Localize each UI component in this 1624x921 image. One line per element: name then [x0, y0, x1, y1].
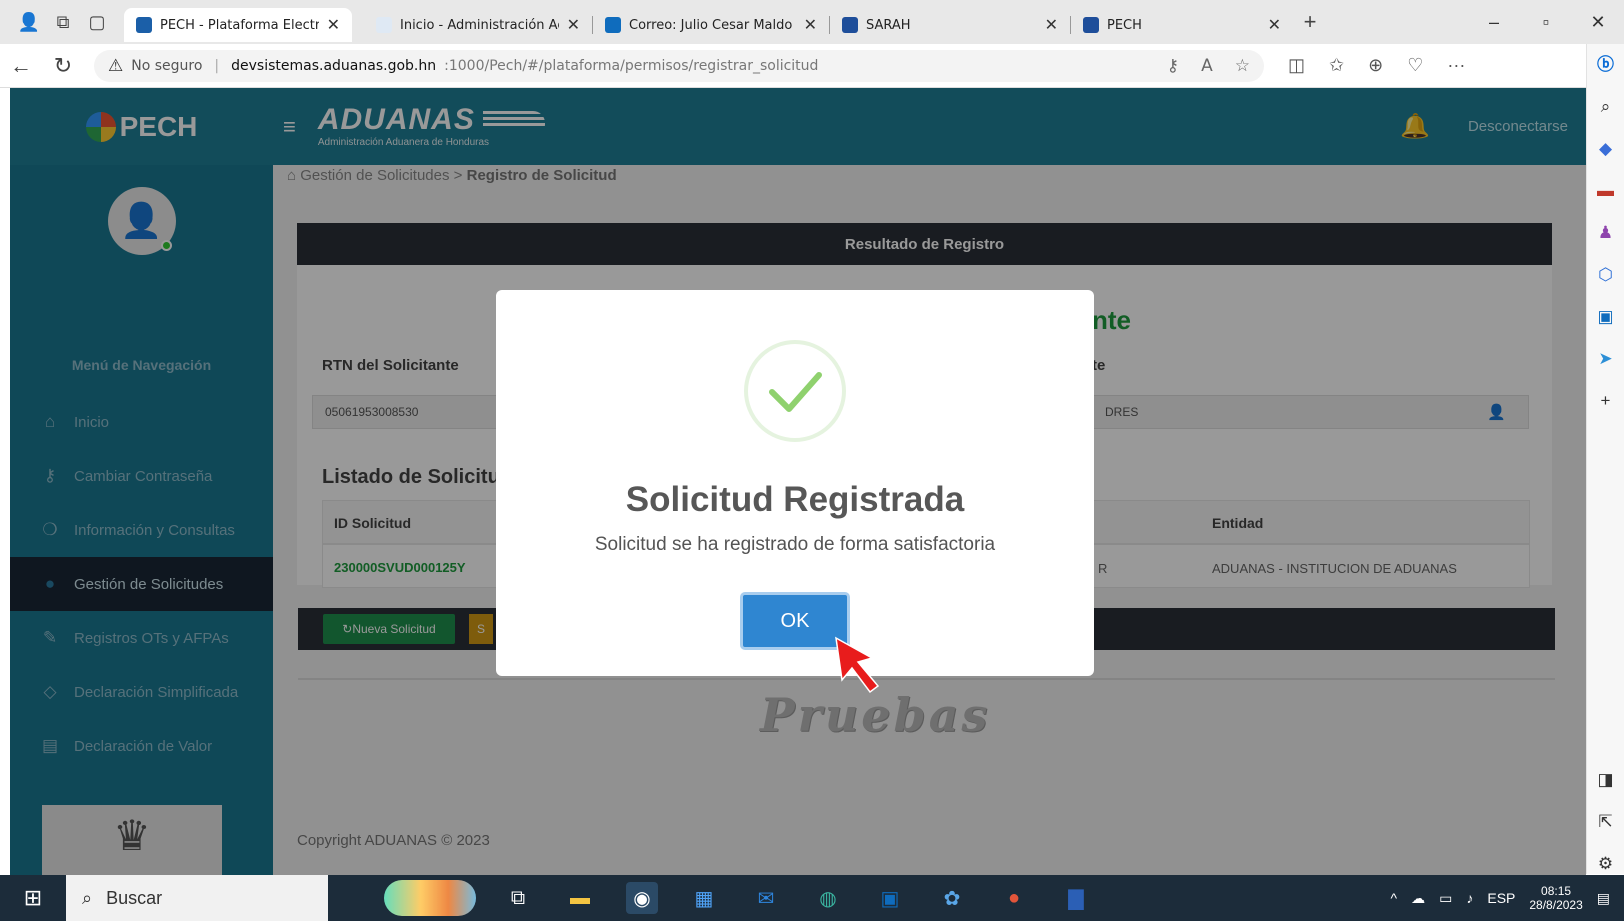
address-bar-row: ← ↻ ⚠ No seguro | devsistemas.aduanas.go…	[0, 44, 1624, 88]
shopping-tag-icon[interactable]: ◆	[1599, 139, 1612, 159]
url-field[interactable]: ⚠ No seguro | devsistemas.aduanas.gob.hn…	[94, 49, 1264, 82]
tab-favicon-icon	[1083, 17, 1099, 33]
tab-correo[interactable]: Correo: Julio Cesar Maldo ✕	[593, 8, 829, 42]
split-screen-icon[interactable]: ◫	[1288, 55, 1305, 76]
clock-time: 08:15	[1541, 883, 1572, 898]
network-app-icon[interactable]: ✿	[936, 882, 968, 914]
read-aloud-icon[interactable]: A	[1201, 56, 1213, 76]
window-controls: – ▫ ✕	[1468, 0, 1624, 44]
tab-inicio-administracion[interactable]: Inicio - Administración Ac ✕	[364, 8, 592, 42]
browser-tab-strip: 👤 ⧉ ▢ PECH - Plataforma Electró ✕ Inicio…	[0, 0, 1624, 44]
refresh-icon[interactable]: ↻	[42, 53, 84, 79]
office-icon[interactable]: ⬡	[1598, 265, 1613, 285]
workspaces-icon[interactable]: ⧉	[46, 5, 80, 39]
screen: 👤 ⧉ ▢ PECH - Plataforma Electró ✕ Inicio…	[0, 0, 1624, 921]
browser-toolbar: ◫ ✩ ⊕ ♡ ···	[1288, 55, 1465, 76]
extensions-icon[interactable]: ♡	[1407, 55, 1423, 76]
people-icon[interactable]: ♟	[1598, 223, 1613, 243]
powerpoint-icon[interactable]: ●	[998, 882, 1030, 914]
tab-sarah[interactable]: SARAH ✕	[830, 8, 1070, 42]
mail-icon[interactable]: ✉	[750, 882, 782, 914]
settings-gear-icon[interactable]: ⚙	[1598, 854, 1613, 874]
tab-actions-icon[interactable]: ▢	[80, 5, 114, 39]
favorites-icon[interactable]: ✩	[1329, 55, 1344, 76]
outlook-icon[interactable]: ▣	[1597, 307, 1613, 327]
url-separator: |	[214, 57, 220, 74]
url-actions: ⚷ A ☆	[1167, 56, 1250, 76]
tab-pech[interactable]: PECH ✕	[1071, 8, 1293, 42]
volume-icon[interactable]: ♪	[1466, 890, 1473, 906]
close-tab-icon[interactable]: ✕	[567, 15, 580, 35]
more-icon[interactable]: ···	[1447, 55, 1465, 76]
close-window-icon[interactable]: ✕	[1572, 12, 1624, 33]
close-tab-icon[interactable]: ✕	[1045, 15, 1058, 35]
dialog-title: Solicitud Registrada	[625, 480, 965, 519]
bing-icon[interactable]: ⓑ	[1597, 50, 1614, 75]
language-indicator[interactable]: ESP	[1487, 890, 1515, 906]
tab-favicon-icon	[842, 17, 858, 33]
profile-icon[interactable]: 👤	[12, 5, 46, 39]
outlook-icon	[605, 17, 621, 33]
restore-icon[interactable]: ▫	[1520, 12, 1572, 33]
add-icon[interactable]: +	[1601, 391, 1611, 411]
close-tab-icon[interactable]: ✕	[804, 15, 817, 35]
send-icon[interactable]: ➤	[1598, 349, 1612, 369]
clock[interactable]: 08:15 28/8/2023	[1529, 884, 1582, 913]
tab-favicon-icon	[136, 17, 152, 33]
network-icon[interactable]: ▭	[1439, 890, 1452, 907]
outlook-icon[interactable]: ▣	[874, 882, 906, 914]
clock-date: 28/8/2023	[1529, 898, 1583, 912]
collections-icon[interactable]: ⊕	[1368, 55, 1383, 76]
close-tab-icon[interactable]: ✕	[327, 15, 340, 35]
search-icon: ⌕	[82, 887, 93, 908]
warning-icon[interactable]: ⚠	[108, 56, 123, 76]
security-label[interactable]: No seguro	[131, 58, 202, 74]
search-placeholder: Buscar	[106, 887, 163, 908]
chevron-up-icon[interactable]: ^	[1391, 890, 1398, 906]
key-icon[interactable]: ⚷	[1167, 56, 1179, 76]
weather-icon[interactable]: ☁	[1411, 890, 1425, 907]
store-icon[interactable]: ▦	[688, 882, 720, 914]
taskbar-apps: ⧉ ▬ ◉ ▦ ✉ ◍ ▣ ✿ ● ▇	[502, 882, 1092, 914]
close-tab-icon[interactable]: ✕	[1268, 15, 1281, 35]
external-link-icon[interactable]: ⇱	[1598, 812, 1612, 832]
mouse-cursor-icon	[835, 636, 880, 694]
checkmark-icon	[769, 372, 822, 412]
tab-pech-plataforma[interactable]: PECH - Plataforma Electró ✕	[124, 8, 352, 42]
tab-title: SARAH	[866, 17, 911, 33]
back-icon[interactable]: ←	[0, 53, 42, 79]
edge-browser-icon[interactable]: ◉	[626, 882, 658, 914]
word-icon[interactable]: ▇	[1060, 882, 1092, 914]
taskbar-search[interactable]: ⌕ Buscar	[66, 875, 328, 921]
taskbar: ⊞ ⌕ Buscar ⧉ ▬ ◉ ▦ ✉ ◍ ▣ ✿ ● ▇ ^ ☁ ▭ ♪ E…	[0, 875, 1624, 921]
favorite-star-icon[interactable]: ☆	[1235, 56, 1250, 76]
minimize-icon[interactable]: –	[1468, 12, 1520, 33]
tab-title: PECH	[1107, 17, 1142, 33]
tab-title: Correo: Julio Cesar Maldo	[629, 17, 793, 33]
tab-favicon-icon	[376, 17, 392, 33]
task-view-icon[interactable]: ⧉	[502, 882, 534, 914]
search-icon[interactable]: ⌕	[1601, 97, 1611, 117]
edge-sidebar: ⓑ ⌕ ◆ ▬ ♟ ⬡ ▣ ➤ + ◨ ⇱ ⚙	[1586, 44, 1624, 874]
success-dialog: Solicitud Registrada Solicitud se ha reg…	[496, 290, 1094, 676]
new-tab-icon[interactable]: +	[1293, 5, 1327, 39]
dialog-message: Solicitud se ha registrado de forma sati…	[594, 534, 996, 555]
chrome-icon[interactable]: ◍	[812, 882, 844, 914]
url-host: devsistemas.aduanas.gob.hn	[231, 57, 437, 74]
file-explorer-icon[interactable]: ▬	[564, 882, 596, 914]
windows-start-icon[interactable]: ⊞	[0, 885, 66, 911]
sidebar-toggle-icon[interactable]: ◨	[1597, 770, 1613, 790]
notifications-icon[interactable]: ▤	[1597, 890, 1610, 907]
success-check-icon	[744, 340, 846, 442]
url-path: :1000/Pech/#/plataforma/permisos/registr…	[444, 57, 819, 74]
system-tray: ^ ☁ ▭ ♪ ESP 08:15 28/8/2023 ▤	[1391, 884, 1624, 913]
tab-title: Inicio - Administración Ac	[400, 17, 559, 33]
tab-title: PECH - Plataforma Electró	[160, 17, 319, 33]
tools-icon[interactable]: ▬	[1597, 181, 1614, 201]
search-highlight-image[interactable]	[384, 880, 476, 916]
